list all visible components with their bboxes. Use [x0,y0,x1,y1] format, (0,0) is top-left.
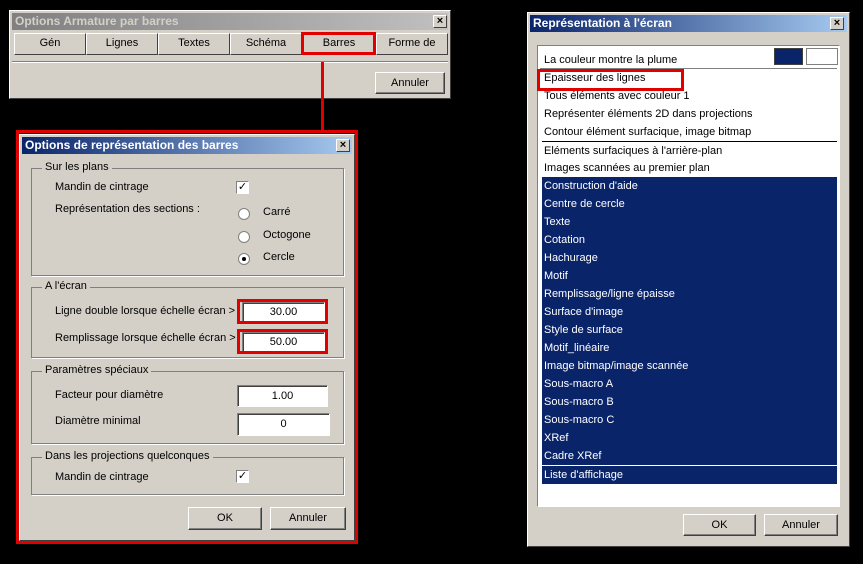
group-parametres-speciaux-legend: Paramètres spéciaux [42,364,152,376]
list-item[interactable]: Motif_linéaire [542,339,837,357]
list-item[interactable]: La couleur montre la plume [542,51,837,69]
list-item[interactable]: Cotation [542,231,837,249]
tab-forme[interactable]: Forme de [376,33,448,55]
diameter-factor-label: Facteur pour diamètre [55,389,164,401]
list-item[interactable]: Sous-macro C [542,411,837,429]
bars-dialog-close-icon[interactable]: × [336,139,350,152]
list-item[interactable]: Hachurage [542,249,837,267]
plans-bending-mandrel-checkbox[interactable]: ✓ [236,181,249,194]
group-sur-les-plans-legend: Sur les plans [42,161,112,173]
tab-gen[interactable]: Gén [14,33,86,55]
double-line-scale-input[interactable]: 30.00 [242,302,325,322]
armature-close-icon[interactable]: × [433,15,447,28]
list-item[interactable]: Construction d'aide [542,177,837,195]
radio-carre-label: Carré [263,206,291,218]
list-item[interactable]: Sous-macro A [542,375,837,393]
list-item[interactable]: Images scannées au premier plan [542,159,837,177]
radio-octogone-label: Octogone [263,229,311,241]
list-item[interactable]: Centre de cercle [542,195,837,213]
double-line-label: Ligne double lorsque échelle écran > [55,305,236,317]
list-item[interactable]: Contour élément surfacique, image bitmap [542,123,837,141]
tab-divider [12,61,448,63]
list-item[interactable]: Eléments surfaciques à l'arrière-plan [542,141,837,160]
tab-barres[interactable]: Barres [303,33,375,55]
projections-bending-mandrel-checkbox[interactable]: ✓ [236,470,249,483]
screen-window-titlebar: Représentation à l'écran [530,15,847,32]
tab-lignes[interactable]: Lignes [86,33,158,55]
bars-dialog-cancel-button[interactable]: Annuler [270,507,346,530]
armature-tab-strip: Gén Lignes Textes Schéma Barres Forme de [14,33,448,55]
projections-bending-mandrel-label: Mandin de cintrage [55,471,149,483]
armature-cancel-button[interactable]: Annuler [375,72,445,94]
armature-options-window: Options Armature par barres × Gén Lignes… [9,10,451,99]
diameter-factor-input[interactable]: 1.00 [237,385,328,407]
list-item[interactable]: Représenter éléments 2D dans projections [542,105,837,123]
list-item[interactable]: Style de surface [542,321,837,339]
group-projections-legend: Dans les projections quelconques [42,450,213,462]
armature-window-title: Options Armature par barres [15,14,179,28]
list-item[interactable]: Texte [542,213,837,231]
radio-cercle-selected-dot [242,257,246,261]
list-item[interactable]: Epaisseur des lignes [542,69,837,87]
sections-representation-label: Représentation des sections : [55,203,200,215]
screen-representation-window: Représentation à l'écran × La couleur mo… [527,12,850,547]
group-a-l-ecran-legend: A l'écran [42,280,90,292]
list-item[interactable]: Surface d'image [542,303,837,321]
screen-window-title: Représentation à l'écran [533,16,672,30]
list-item[interactable]: Image bitmap/image scannée [542,357,837,375]
min-diameter-input[interactable]: 0 [237,413,330,436]
bars-dialog-titlebar: Options de représentation des barres [22,137,352,154]
display-options-list[interactable]: La couleur montre la plume Epaisseur des … [537,45,840,507]
fill-scale-input[interactable]: 50.00 [242,332,325,352]
screen-window-ok-button[interactable]: OK [683,514,756,536]
radio-carre[interactable] [238,208,250,220]
list-item[interactable]: Remplissage/ligne épaisse [542,285,837,303]
list-item[interactable]: Cadre XRef [542,447,837,465]
fill-scale-label: Remplissage lorsque échelle écran > [55,332,236,344]
radio-cercle[interactable] [238,253,250,265]
list-item[interactable]: Tous éléments avec couleur 1 [542,87,837,105]
plans-bending-mandrel-label: Mandin de cintrage [55,181,149,193]
list-item[interactable]: Liste d'affichage [542,465,837,484]
screen-window-cancel-button[interactable]: Annuler [764,514,838,536]
radio-cercle-label: Cercle [263,251,295,263]
min-diameter-label: Diamètre minimal [55,415,141,427]
armature-window-titlebar: Options Armature par barres [12,13,448,30]
highlight-connector-line [321,62,324,132]
list-item[interactable]: XRef [542,429,837,447]
tab-schema[interactable]: Schéma [230,33,302,55]
screen-window-close-icon[interactable]: × [830,17,844,30]
list-item[interactable]: Motif [542,267,837,285]
list-item[interactable]: Sous-macro B [542,393,837,411]
bars-options-dialog: Options de représentation des barres × S… [19,134,355,541]
tab-textes[interactable]: Textes [158,33,230,55]
radio-octogone[interactable] [238,231,250,243]
bars-dialog-ok-button[interactable]: OK [188,507,262,530]
bars-dialog-title: Options de représentation des barres [25,138,239,152]
